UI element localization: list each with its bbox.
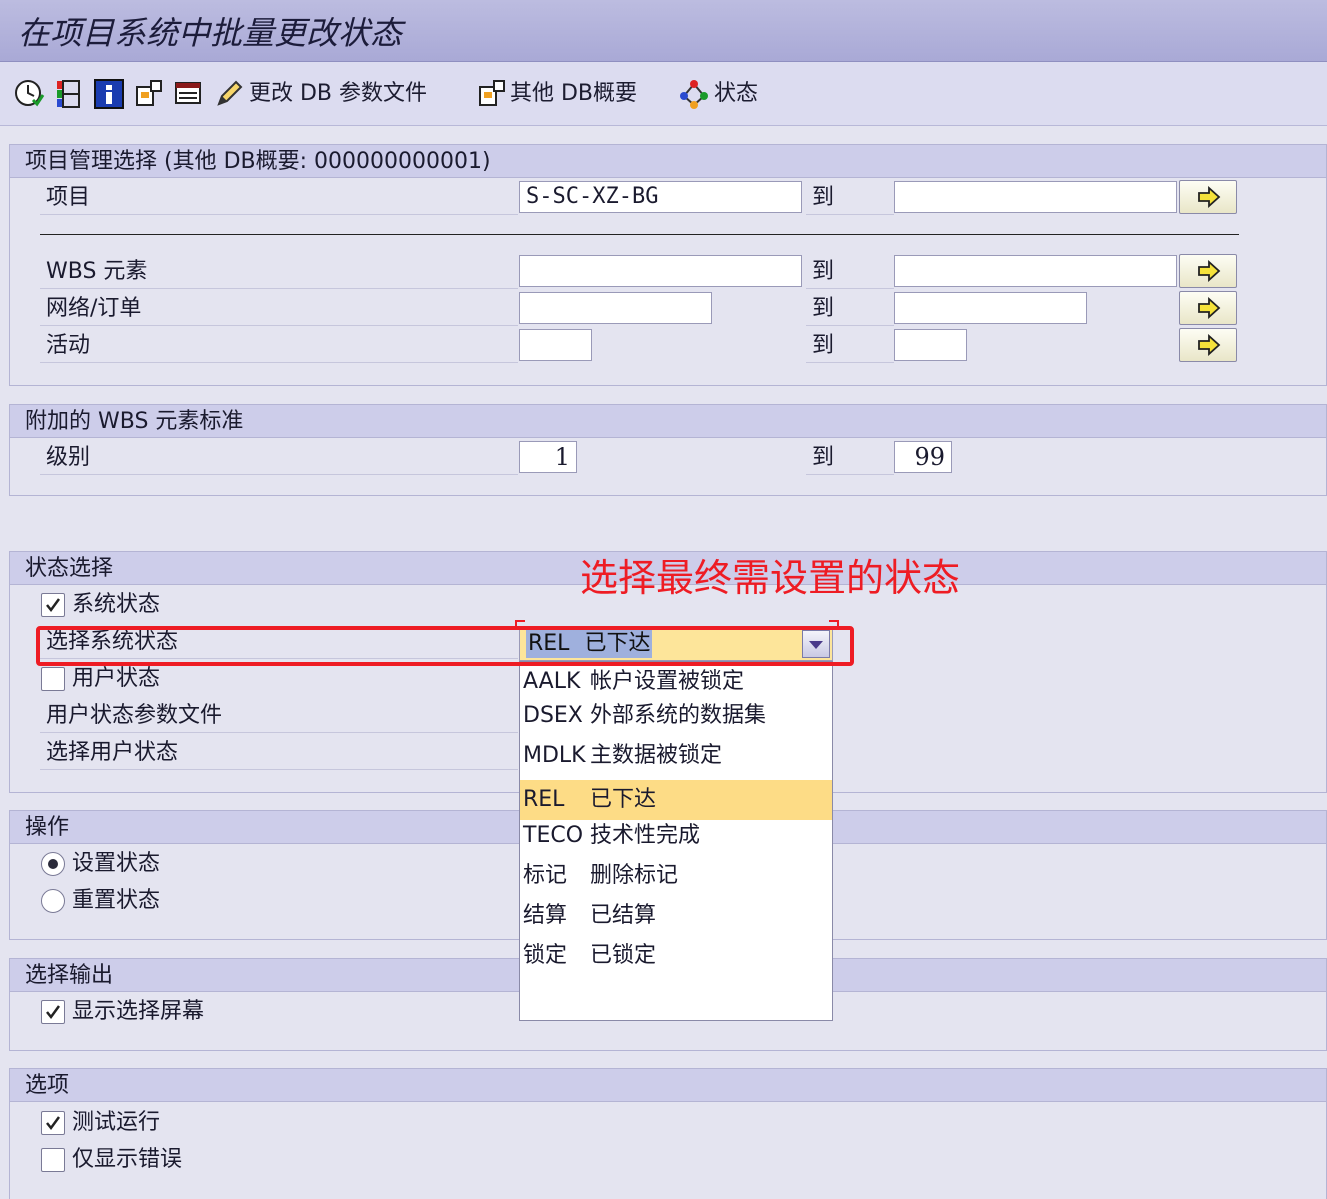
option-desc: 技术性完成 — [590, 823, 701, 848]
user-status-label: 用户状态 — [72, 666, 161, 691]
dropdown-option[interactable]: MDLK 主数据被锁定 — [520, 736, 832, 776]
dropdown-option[interactable]: 锁定 已锁定 — [520, 936, 832, 976]
project-to-input[interactable] — [894, 181, 1177, 213]
arrow-right-icon — [1198, 260, 1221, 282]
status-button[interactable]: 状态 — [714, 78, 758, 110]
group-title: 选项 — [10, 1069, 1326, 1102]
application-toolbar: 更改 DB 参数文件 其他 DB概要 状态 — [0, 62, 1327, 126]
option-desc: 主数据被锁定 — [590, 743, 723, 768]
display-list-icon[interactable] — [173, 78, 205, 110]
execute-clock-icon[interactable] — [13, 78, 45, 110]
set-status-label: 设置状态 — [72, 851, 161, 876]
set-status-radio[interactable] — [41, 852, 65, 876]
level-from-input[interactable]: 1 — [519, 441, 577, 473]
info-icon[interactable] — [93, 78, 125, 110]
other-object-icon[interactable] — [133, 78, 165, 110]
dropdown-option[interactable]: TECO 技术性完成 — [520, 816, 832, 856]
option-code: 结算 — [523, 903, 568, 928]
show-selection-screen-checkbox[interactable] — [41, 1000, 65, 1024]
checkmark-icon — [46, 1005, 61, 1020]
dropdown-option-selected[interactable]: REL 已下达 — [520, 780, 832, 820]
separator-line — [40, 234, 1239, 235]
checkmark-icon — [46, 1116, 61, 1131]
test-run-label: 测试运行 — [72, 1110, 161, 1135]
dropdown-option[interactable]: 标记 删除标记 — [520, 856, 832, 896]
change-db-profile-button[interactable]: 更改 DB 参数文件 — [249, 78, 427, 110]
multiple-selection-button[interactable] — [1179, 291, 1237, 325]
selection-options-icon[interactable] — [53, 78, 85, 110]
system-status-checkbox[interactable] — [41, 593, 65, 617]
multiple-selection-button[interactable] — [1179, 180, 1237, 214]
show-selection-screen-label: 显示选择屏幕 — [72, 999, 205, 1024]
network-to-input[interactable] — [894, 292, 1087, 324]
option-desc: 已结算 — [590, 903, 657, 928]
checkmark-icon — [46, 598, 61, 613]
activity-label: 活动 — [40, 330, 518, 363]
reset-status-label: 重置状态 — [72, 888, 161, 913]
option-desc: 删除标记 — [590, 863, 679, 888]
option-code: REL — [523, 787, 565, 812]
reset-status-radio[interactable] — [41, 889, 65, 913]
annotation-text: 选择最终需设置的状态 — [580, 556, 961, 600]
wbs-element-label: WBS 元素 — [40, 256, 518, 289]
network-from-input[interactable] — [519, 292, 712, 324]
option-desc: 已锁定 — [590, 943, 657, 968]
option-code: TECO — [523, 823, 584, 848]
wbs-from-input[interactable] — [519, 255, 802, 287]
option-desc: 已下达 — [590, 787, 657, 812]
multiple-selection-button[interactable] — [1179, 254, 1237, 288]
errors-only-label: 仅显示错误 — [72, 1147, 183, 1172]
page-title: 在项目系统中批量更改状态 — [18, 14, 403, 52]
to-label: 到 — [806, 256, 894, 289]
option-code: DSEX — [523, 703, 583, 728]
activity-from-input[interactable] — [519, 329, 592, 361]
option-code: MDLK — [523, 743, 586, 768]
multiple-selection-button[interactable] — [1179, 328, 1237, 362]
other-db-overview-button[interactable]: 其他 DB概要 — [510, 78, 637, 110]
test-run-checkbox[interactable] — [41, 1111, 65, 1135]
to-label: 到 — [806, 442, 894, 475]
network-order-label: 网络/订单 — [40, 293, 518, 326]
to-label: 到 — [806, 182, 894, 215]
arrow-right-icon — [1198, 334, 1221, 356]
dropdown-option[interactable]: DSEX 外部系统的数据集 — [520, 696, 832, 736]
level-label: 级别 — [40, 442, 518, 475]
arrow-right-icon — [1198, 186, 1221, 208]
other-db-icon[interactable] — [476, 78, 508, 110]
project-from-input[interactable]: S-SC-XZ-BG — [519, 181, 802, 213]
group-title: 项目管理选择 (其他 DB概要: 000000000001) — [10, 145, 1326, 178]
activity-to-input[interactable] — [894, 329, 967, 361]
option-code: 锁定 — [523, 943, 568, 968]
group-title: 附加的 WBS 元素标准 — [10, 405, 1326, 438]
errors-only-checkbox[interactable] — [41, 1148, 65, 1172]
user-status-profile-label: 用户状态参数文件 — [40, 700, 518, 733]
option-code: 标记 — [523, 863, 568, 888]
select-user-status-label: 选择用户状态 — [40, 737, 518, 770]
system-status-label: 系统状态 — [72, 592, 161, 617]
annotation-highlight-box — [36, 626, 854, 666]
to-label: 到 — [806, 293, 894, 326]
wbs-to-input[interactable] — [894, 255, 1177, 287]
title-bar: 在项目系统中批量更改状态 — [0, 0, 1327, 62]
options-group: 选项 — [9, 1068, 1327, 1199]
project-label: 项目 — [40, 182, 518, 215]
level-to-input[interactable]: 99 — [894, 441, 952, 473]
user-status-checkbox[interactable] — [41, 667, 65, 691]
dropdown-options-list: AALK 帐户设置被锁定 DSEX 外部系统的数据集 MDLK 主数据被锁定 R… — [519, 661, 833, 1021]
pencil-icon[interactable] — [213, 78, 245, 110]
arrow-right-icon — [1198, 297, 1221, 319]
option-desc: 外部系统的数据集 — [590, 703, 767, 728]
dropdown-option[interactable]: 结算 已结算 — [520, 896, 832, 936]
status-network-icon[interactable] — [678, 78, 710, 110]
to-label: 到 — [806, 330, 894, 363]
